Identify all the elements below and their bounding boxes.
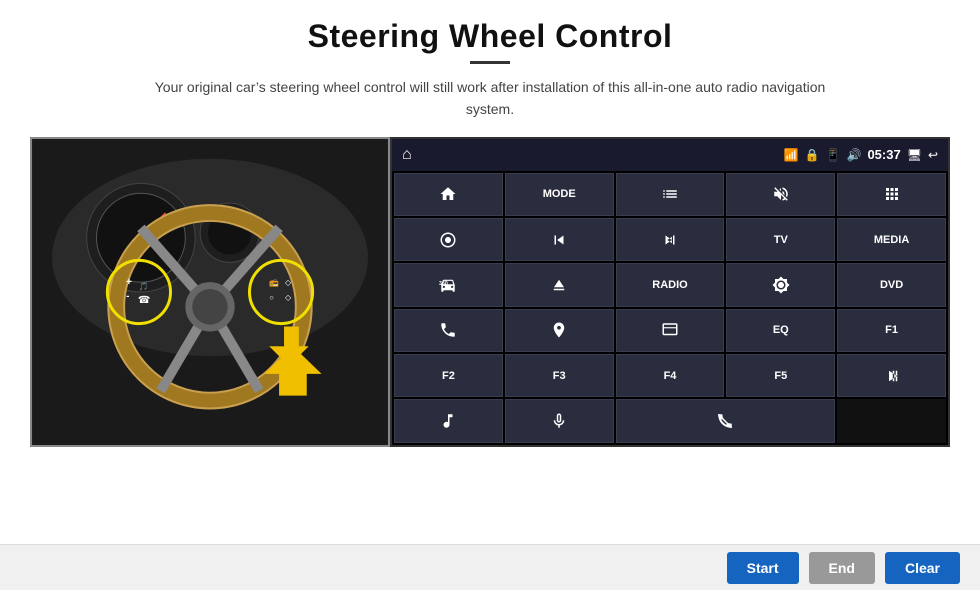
btn-tv[interactable]: TV xyxy=(726,218,835,261)
btn-hangup[interactable] xyxy=(616,399,836,442)
btn-target[interactable] xyxy=(394,218,503,261)
btn-apps[interactable] xyxy=(837,173,946,216)
bt-icon: 🔊 xyxy=(847,148,862,162)
btn-360car[interactable]: 360 xyxy=(394,263,503,306)
btn-list[interactable] xyxy=(616,173,725,216)
btn-dvd[interactable]: DVD xyxy=(837,263,946,306)
status-icons: 📶 🔒 📱 🔊 05:37 🖥 ↩ xyxy=(784,147,938,162)
clear-button[interactable]: Clear xyxy=(885,552,960,584)
btn-playpause[interactable] xyxy=(837,354,946,397)
btn-prev[interactable] xyxy=(505,218,614,261)
android-screen: ⌂ 📶 🔒 📱 🔊 05:37 🖥 ↩ xyxy=(390,137,950,447)
btn-eq[interactable]: EQ xyxy=(726,309,835,352)
wifi-icon: 📶 xyxy=(784,148,799,162)
btn-f3[interactable]: F3 xyxy=(505,354,614,397)
btn-music[interactable] xyxy=(394,399,503,442)
screen-icon: 🖥 xyxy=(907,148,922,162)
btn-radio[interactable]: RADIO xyxy=(616,263,725,306)
content-row: + - 🎵 ☎ 📻 ◇ ○ ◇ ⌂ xyxy=(40,137,940,447)
bottom-bar: Start End Clear xyxy=(0,544,980,590)
status-time: 05:37 xyxy=(867,147,900,162)
steering-wheel-image: + - 🎵 ☎ 📻 ◇ ○ ◇ xyxy=(30,137,390,447)
lock-icon: 🔒 xyxy=(805,148,820,162)
svg-text:-: - xyxy=(126,291,129,302)
btn-f1[interactable]: F1 xyxy=(837,309,946,352)
btn-home[interactable] xyxy=(394,173,503,216)
btn-empty xyxy=(837,399,946,442)
btn-mic[interactable] xyxy=(505,399,614,442)
android-statusbar: ⌂ 📶 🔒 📱 🔊 05:37 🖥 ↩ xyxy=(392,139,948,171)
btn-f2[interactable]: F2 xyxy=(394,354,503,397)
btn-eject[interactable] xyxy=(505,263,614,306)
btn-media[interactable]: MEDIA xyxy=(837,218,946,261)
page-title: Steering Wheel Control xyxy=(308,18,673,55)
svg-text:◇: ◇ xyxy=(285,293,292,302)
back-icon: ↩ xyxy=(928,148,938,162)
btn-mute[interactable] xyxy=(726,173,835,216)
svg-text:+: + xyxy=(126,277,132,288)
btn-nav[interactable] xyxy=(505,309,614,352)
svg-text:🎵: 🎵 xyxy=(139,282,149,291)
end-button[interactable]: End xyxy=(809,552,875,584)
start-button[interactable]: Start xyxy=(727,552,799,584)
svg-text:☎: ☎ xyxy=(138,295,150,306)
btn-mode[interactable]: MODE xyxy=(505,173,614,216)
svg-text:○: ○ xyxy=(269,293,274,302)
btn-window[interactable] xyxy=(616,309,725,352)
svg-text:◇: ◇ xyxy=(285,278,292,287)
btn-f4[interactable]: F4 xyxy=(616,354,725,397)
svg-text:📻: 📻 xyxy=(269,278,279,287)
btn-next[interactable] xyxy=(616,218,725,261)
title-divider xyxy=(470,61,510,64)
sim-icon: 📱 xyxy=(826,148,841,162)
page-subtitle: Your original car’s steering wheel contr… xyxy=(150,76,830,121)
home-icon-status: ⌂ xyxy=(402,146,412,164)
btn-brightness[interactable] xyxy=(726,263,835,306)
android-button-grid: MODE xyxy=(392,171,948,445)
btn-phone[interactable] xyxy=(394,309,503,352)
btn-f5[interactable]: F5 xyxy=(726,354,835,397)
